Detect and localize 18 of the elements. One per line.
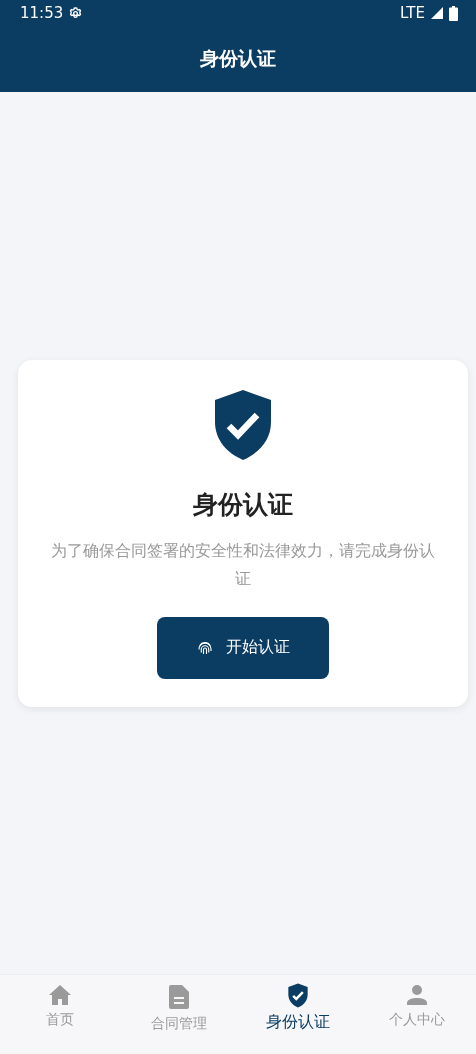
document-icon [168, 985, 189, 1009]
tab[interactable]: 首页 [0, 975, 119, 1054]
shield-check-icon [287, 983, 308, 1008]
shield-check-icon [214, 389, 272, 460]
card-description: 为了确保合同签署的安全性和法律效力，请完成身份认证 [50, 539, 436, 590]
gear-icon [68, 5, 84, 21]
start-verification-button[interactable]: 开始认证 [157, 616, 329, 679]
status-time: 11:53 [20, 4, 64, 22]
tab[interactable]: 个人中心 [357, 975, 476, 1054]
tab[interactable]: 合同管理 [119, 975, 238, 1054]
home-icon [48, 985, 71, 1005]
battery-icon [449, 5, 458, 21]
card-title: 身份认证 [193, 488, 293, 521]
network-label: LTE [400, 4, 425, 22]
signal-icon [430, 6, 444, 20]
person-icon [406, 985, 427, 1005]
page-title: 身份认证 [200, 46, 276, 71]
tab[interactable]: 身份认证 [238, 975, 357, 1054]
